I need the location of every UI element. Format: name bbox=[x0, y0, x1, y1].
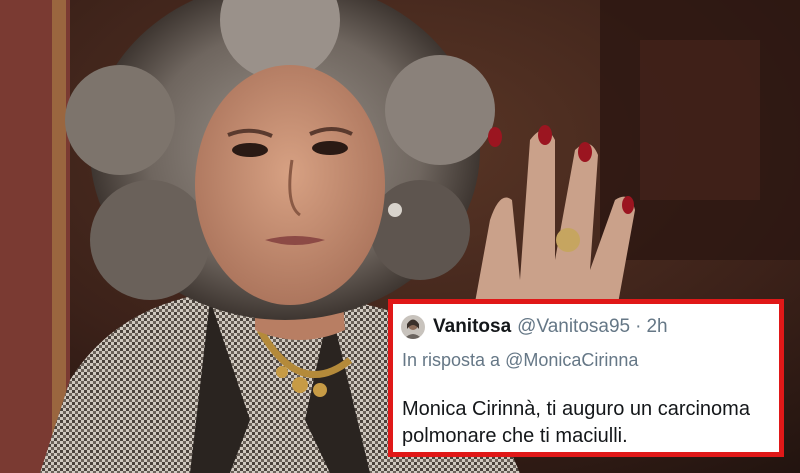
reply-mention[interactable]: @MonicaCirinna bbox=[505, 350, 638, 370]
tweet-card: Vanitosa @Vanitosa95 · 2h In risposta a … bbox=[388, 299, 784, 457]
tweet-header: Vanitosa @Vanitosa95 · 2h bbox=[401, 312, 668, 342]
profile-photo-icon bbox=[401, 315, 425, 339]
image-composite: Vanitosa @Vanitosa95 · 2h In risposta a … bbox=[0, 0, 800, 473]
avatar[interactable] bbox=[401, 315, 425, 339]
reply-prefix: In risposta a bbox=[402, 350, 501, 370]
reply-context: In risposta a @MonicaCirinna bbox=[402, 350, 638, 371]
display-name[interactable]: Vanitosa bbox=[433, 316, 511, 338]
tweet-timestamp[interactable]: 2h bbox=[646, 316, 667, 338]
user-handle[interactable]: @Vanitosa95 bbox=[517, 316, 630, 338]
separator-dot: · bbox=[635, 316, 642, 337]
tweet-text: Monica Cirinnà, ti auguro un carcinoma p… bbox=[402, 398, 750, 447]
